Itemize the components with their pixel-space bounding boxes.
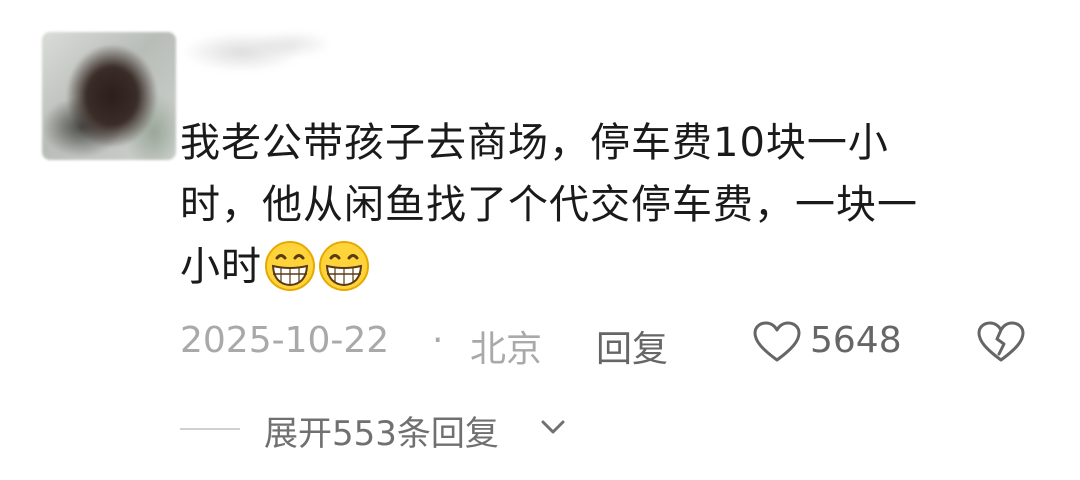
divider-line: [180, 428, 240, 430]
broken-heart-icon[interactable]: [976, 320, 1026, 364]
heart-icon[interactable]: [752, 320, 802, 364]
comment-date: 2025-10-22: [180, 320, 390, 361]
comment-card: 我老公带孩子去商场，停车费10块一小 时，他从闲鱼找了个代交停车费，一块一 小时: [0, 0, 1080, 480]
comment-text-line-3: 小时: [180, 236, 1010, 298]
meta-separator: ·: [432, 320, 444, 361]
comment-text-line-3-text: 小时: [180, 244, 262, 290]
grinning-face-icon: [265, 241, 315, 291]
chevron-down-icon: [541, 420, 565, 434]
comment-meta: 2025-10-22 · 北京 回复 5648: [180, 318, 1040, 370]
username-redacted: [182, 22, 332, 80]
reply-button[interactable]: 回复: [596, 320, 668, 372]
comment-text-line-1: 我老公带孩子去商场，停车费10块一小: [180, 120, 889, 166]
expand-replies-button[interactable]: 展开553条回复: [180, 404, 600, 454]
grinning-face-icon: [319, 241, 369, 291]
comment-text: 我老公带孩子去商场，停车费10块一小 时，他从闲鱼找了个代交停车费，一块一 小时: [180, 112, 1010, 298]
like-count: 5648: [810, 320, 902, 361]
comment-location: 北京: [470, 329, 543, 370]
expand-replies-label: 展开553条回复: [264, 414, 499, 454]
avatar[interactable]: [42, 32, 176, 160]
comment-text-line-2: 时，他从闲鱼找了个代交停车费，一块一: [180, 182, 918, 228]
